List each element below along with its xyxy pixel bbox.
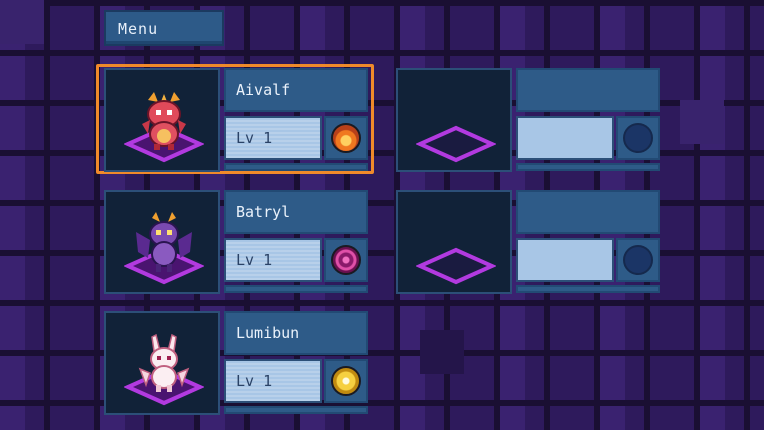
stat-bar xyxy=(224,406,368,414)
empty-name xyxy=(516,68,660,112)
stat-bar xyxy=(224,285,368,293)
stat-bar xyxy=(516,163,660,171)
monster-portrait xyxy=(104,68,220,172)
empty-level xyxy=(516,238,614,282)
empty-element-icon xyxy=(623,245,653,275)
batryl-bat-icon xyxy=(136,212,192,272)
monster-level: Lv 1 xyxy=(224,359,322,403)
element-slot xyxy=(324,116,368,160)
monster-level: Lv 1 xyxy=(224,116,322,160)
empty-name xyxy=(516,190,660,234)
platform-icon xyxy=(416,125,496,163)
monster-level: Lv 1 xyxy=(224,238,322,282)
element-slot xyxy=(616,116,660,160)
monster-name: Lumibun xyxy=(224,311,368,355)
element-slot xyxy=(324,359,368,403)
aivalf-dragon-icon xyxy=(142,92,186,150)
empty-portrait xyxy=(396,68,512,172)
empty-level xyxy=(516,116,614,160)
bg-tile xyxy=(420,330,464,374)
monster-name: Batryl xyxy=(224,190,368,234)
menu-button[interactable]: Menu xyxy=(104,10,224,46)
monster-name: Aivalf xyxy=(224,68,368,112)
bg-tile xyxy=(0,0,44,44)
fire-element-icon xyxy=(331,123,361,153)
lumibun-rabbit-icon xyxy=(138,333,190,392)
stat-bar xyxy=(224,163,368,171)
light-element-icon xyxy=(331,366,361,396)
platform-icon xyxy=(416,247,496,285)
element-slot xyxy=(616,238,660,282)
dark-element-icon xyxy=(331,245,361,275)
bg-tile xyxy=(680,100,724,144)
empty-element-icon xyxy=(623,123,653,153)
element-slot xyxy=(324,238,368,282)
monster-portrait xyxy=(104,311,220,415)
stat-bar xyxy=(516,285,660,293)
monster-portrait xyxy=(104,190,220,294)
empty-portrait xyxy=(396,190,512,294)
